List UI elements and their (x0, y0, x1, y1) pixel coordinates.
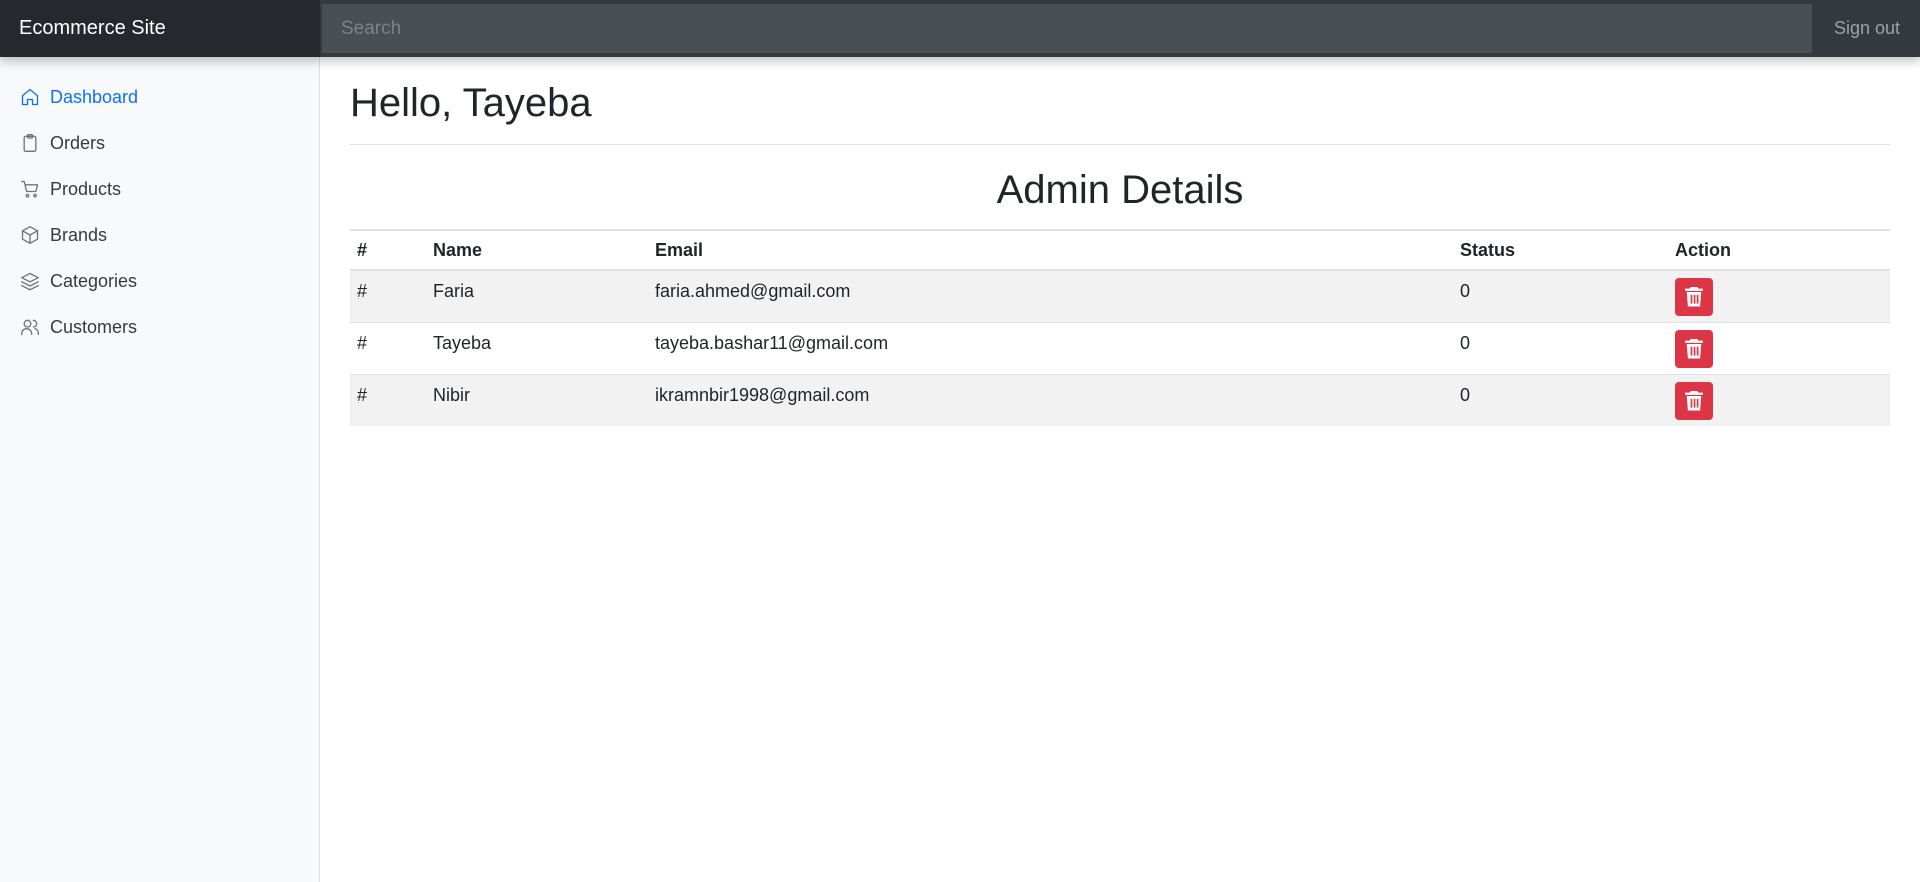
sidebar-item-orders[interactable]: Orders (0, 120, 319, 166)
cell-status: 0 (1460, 332, 1471, 353)
sidebar-item-products[interactable]: Products (0, 166, 319, 212)
home-icon (20, 87, 40, 107)
cell-email: faria.ahmed@gmail.com (655, 281, 851, 301)
cell-name: Nibir (433, 384, 471, 405)
search-container (320, 0, 1814, 57)
cell-name: Faria (433, 281, 475, 301)
trash-icon (1685, 390, 1703, 410)
sidebar-item-brands[interactable]: Brands (0, 212, 319, 258)
brand-link[interactable]: Ecommerce Site (0, 0, 320, 57)
column-header-email: Email (655, 239, 704, 260)
cell-email: ikramnbir1998@gmail.com (655, 384, 870, 405)
cell-status: 0 (1460, 384, 1471, 405)
table-header-row: # Name Email Status Action (350, 230, 1890, 270)
table-body: # Faria faria.ahmed@gmail.com 0 # Tayeba… (350, 270, 1890, 426)
sidebar-item-label: Dashboard (50, 86, 139, 107)
column-header-status: Status (1460, 239, 1516, 260)
column-header-name: Name (433, 239, 483, 260)
cell-index: # (357, 384, 368, 405)
sidebar-item-label: Customers (50, 316, 138, 337)
cell-index: # (357, 332, 368, 353)
delete-button[interactable] (1675, 381, 1713, 420)
cell-status: 0 (1460, 281, 1471, 301)
sidebar-item-categories[interactable]: Categories (0, 258, 319, 304)
clipboard-icon (20, 133, 40, 153)
column-header-action: Action (1675, 239, 1731, 260)
sidebar-item-dashboard[interactable]: Dashboard (0, 74, 319, 120)
sign-out-link[interactable]: Sign out (1814, 0, 1920, 57)
cell-action (1668, 322, 1890, 374)
cell-action (1668, 374, 1890, 426)
layers-icon (20, 271, 40, 291)
cart-icon (20, 179, 40, 199)
main-content: Hello, Tayeba Admin Details # Name Email… (350, 57, 1890, 426)
cell-email: tayeba.bashar11@gmail.com (655, 332, 889, 353)
sidebar-item-label: Brands (50, 224, 108, 245)
cell-index: # (357, 281, 368, 301)
sidebar-item-label: Products (50, 178, 122, 199)
sidebar-item-label: Categories (50, 270, 138, 291)
sidebar-item-label: Orders (50, 132, 106, 153)
sidebar: Dashboard Orders Products Brands Categor… (0, 57, 320, 882)
column-header-index: # (357, 239, 368, 260)
box-icon (20, 225, 40, 245)
trash-icon (1685, 338, 1703, 358)
trash-icon (1685, 287, 1703, 307)
table-row: # Faria faria.ahmed@gmail.com 0 (350, 270, 1890, 322)
sidebar-item-customers[interactable]: Customers (0, 304, 319, 350)
table-header: # Name Email Status Action (350, 230, 1890, 270)
search-input[interactable] (322, 4, 1812, 53)
cell-name: Tayeba (433, 332, 492, 353)
users-icon (20, 317, 40, 337)
top-navbar: Ecommerce Site Sign out (0, 0, 1920, 57)
admin-table: # Name Email Status Action # Faria faria… (350, 229, 1890, 426)
cell-action (1668, 270, 1890, 322)
delete-button[interactable] (1675, 329, 1713, 368)
page-title: Hello, Tayeba (350, 57, 1890, 145)
table-row: # Nibir ikramnbir1998@gmail.com 0 (350, 374, 1890, 426)
delete-button[interactable] (1675, 278, 1713, 316)
section-title: Admin Details (996, 168, 1244, 212)
table-row: # Tayeba tayeba.bashar11@gmail.com 0 (350, 322, 1890, 374)
